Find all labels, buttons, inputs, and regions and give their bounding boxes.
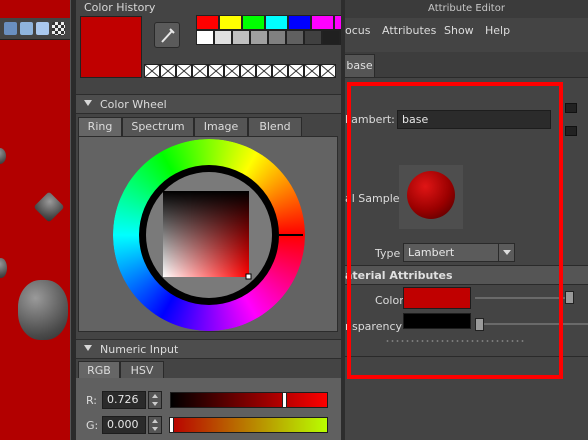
menu-focus[interactable]: ocus (345, 24, 370, 37)
palette-swatch[interactable] (242, 15, 265, 30)
palette-swatch[interactable] (288, 15, 311, 30)
scene-object[interactable] (0, 148, 6, 164)
transparency-label: nsparency (345, 320, 403, 333)
eyedropper-icon (161, 28, 175, 43)
collapse-triangle-icon (84, 345, 92, 351)
window-title: Attribute Editor (345, 0, 588, 18)
color-ring[interactable] (111, 137, 307, 333)
numeric-input-panel: R: 0.726 G: 0.000 (76, 378, 341, 440)
r-value-field[interactable]: 0.726 (102, 391, 146, 409)
transparency-slider-track[interactable] (475, 323, 588, 325)
palette-swatch[interactable] (219, 15, 242, 30)
palette-swatch[interactable] (311, 15, 334, 30)
history-slot[interactable] (256, 64, 272, 78)
r-slider[interactable] (170, 392, 328, 408)
g-slider[interactable] (169, 417, 328, 433)
shading-icon[interactable] (4, 22, 17, 35)
tab-base[interactable]: base (345, 54, 375, 78)
palette-swatch[interactable] (250, 30, 268, 45)
g-slider-thumb[interactable] (169, 417, 174, 433)
palette-swatch[interactable] (232, 30, 250, 45)
eyedropper-button[interactable] (154, 22, 180, 48)
color-wheel-header[interactable]: Color Wheel (76, 94, 341, 114)
node-name-field[interactable]: base (397, 110, 551, 129)
palette-swatch[interactable] (214, 30, 232, 45)
scene-object[interactable] (18, 280, 68, 340)
attribute-body: Lambert: base al Sample Type Lambert ate… (345, 78, 588, 440)
history-slot[interactable] (224, 64, 240, 78)
textured-cube-icon[interactable] (36, 22, 49, 35)
numeric-input-section-label: Numeric Input (100, 343, 179, 356)
palette-swatch[interactable] (322, 30, 340, 45)
g-label: G: (86, 419, 99, 432)
color-history-label: Color History (84, 1, 156, 14)
history-slot[interactable] (208, 64, 224, 78)
history-slot[interactable] (272, 64, 288, 78)
history-slot[interactable] (320, 64, 336, 78)
chevron-down-icon (498, 244, 514, 261)
lambert-label: Lambert: (345, 113, 395, 126)
color-wheel-section-label: Color Wheel (100, 98, 167, 111)
history-slot[interactable] (144, 64, 160, 78)
g-stepper[interactable] (148, 416, 162, 434)
material-sample-label: al Sample (345, 192, 400, 205)
menu-help[interactable]: Help (485, 24, 510, 37)
presets-icon[interactable] (565, 126, 577, 136)
palette-swatch[interactable] (265, 15, 288, 30)
g-value-field[interactable]: 0.000 (102, 416, 146, 434)
material-attributes-label: aterial Attributes (345, 269, 453, 282)
menu-bar: ocus Attributes Show Help (345, 18, 588, 44)
color-swatch[interactable] (403, 287, 471, 309)
transparency-swatch[interactable] (403, 313, 471, 329)
attribute-editor: Attribute Editor ocus Attributes Show He… (345, 0, 588, 440)
checker-icon[interactable] (52, 22, 65, 35)
tab-blend[interactable]: Blend (248, 117, 302, 137)
type-dropdown-value: Lambert (408, 246, 455, 259)
menu-show[interactable]: Show (444, 24, 474, 37)
material-attributes-header[interactable]: aterial Attributes (345, 265, 588, 285)
history-slot[interactable] (288, 64, 304, 78)
current-color-swatch[interactable] (80, 16, 142, 78)
history-slot[interactable] (240, 64, 256, 78)
history-slot[interactable] (304, 64, 320, 78)
color-wheel-panel (78, 136, 338, 332)
color-slider-track[interactable] (475, 297, 570, 299)
color-picker-marker[interactable] (245, 273, 252, 280)
palette-swatch[interactable] (196, 15, 219, 30)
type-label: Type (375, 247, 401, 260)
cube-icon[interactable] (20, 22, 33, 35)
collapse-triangle-icon (84, 100, 92, 106)
palette-swatch[interactable] (268, 30, 286, 45)
history-slot[interactable] (160, 64, 176, 78)
divider (345, 356, 588, 357)
palette-swatch[interactable] (196, 30, 214, 45)
viewport-toolbar (0, 18, 70, 40)
color-chooser-panel: Color History Color Wheel Ring Spectrum … (76, 0, 358, 440)
node-tab-bar (345, 52, 588, 78)
color-label: Color (375, 294, 404, 307)
viewport[interactable] (0, 0, 70, 440)
r-label: R: (86, 394, 98, 407)
color-slider-thumb[interactable] (565, 291, 574, 304)
history-slot[interactable] (192, 64, 208, 78)
r-stepper[interactable] (148, 391, 162, 409)
palette-swatch[interactable] (304, 30, 322, 45)
transparency-slider-thumb[interactable] (475, 318, 484, 331)
r-slider-thumb[interactable] (282, 392, 287, 408)
type-dropdown[interactable]: Lambert (403, 243, 515, 262)
scene-object[interactable] (33, 191, 65, 223)
numeric-input-header[interactable]: Numeric Input (76, 339, 341, 359)
tab-image[interactable]: Image (194, 117, 248, 137)
menu-attributes[interactable]: Attributes (382, 24, 436, 37)
tab-ring[interactable]: Ring (78, 117, 122, 137)
scene-object[interactable] (0, 258, 7, 278)
focus-icon[interactable] (565, 103, 577, 113)
material-sample-sphere (407, 171, 455, 219)
history-slot[interactable] (176, 64, 192, 78)
palette-swatch[interactable] (286, 30, 304, 45)
tab-spectrum[interactable]: Spectrum (122, 117, 194, 137)
section-resize-handle[interactable] (385, 339, 525, 343)
